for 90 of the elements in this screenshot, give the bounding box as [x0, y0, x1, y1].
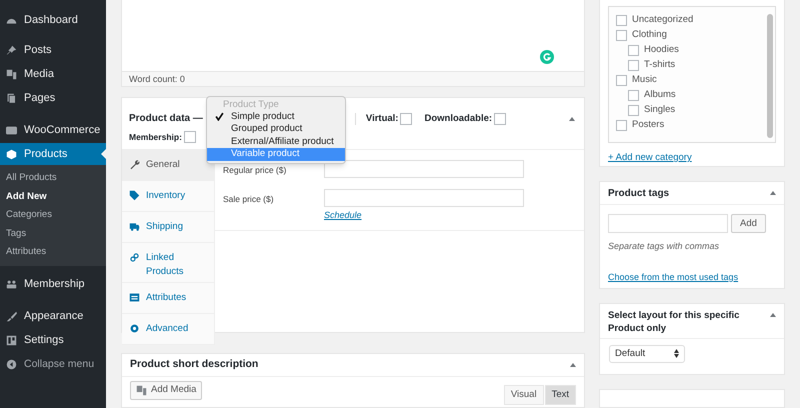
- pin-icon: [6, 44, 17, 56]
- add-tag-button[interactable]: Add: [731, 214, 766, 234]
- panel-title: Product tags: [608, 186, 670, 201]
- pages-icon: [6, 92, 17, 104]
- sidebar-item[interactable]: WooCommerce: [0, 119, 106, 141]
- product-data-tab[interactable]: Advanced: [122, 314, 214, 346]
- editor-tab[interactable]: Text: [544, 384, 576, 405]
- category-label: Uncategorized: [632, 13, 694, 28]
- grammarly-icon[interactable]: [540, 50, 554, 64]
- checkbox[interactable]: [400, 112, 412, 125]
- menu-item[interactable]: Simple product: [207, 110, 345, 124]
- current-indicator: [101, 149, 106, 159]
- menu-header: Product Type: [222, 98, 280, 111]
- option-label: Virtual:: [366, 112, 398, 126]
- checkbox[interactable]: [616, 15, 627, 26]
- sidebar-item[interactable]: Media: [0, 63, 106, 85]
- category-label: Clothing: [632, 28, 667, 42]
- panel-title: Product short description: [130, 356, 258, 372]
- option-label: Downloadable:: [424, 112, 492, 126]
- sidebar-item[interactable]: Membership: [0, 274, 106, 296]
- submenu-item[interactable]: Attributes: [0, 243, 106, 262]
- submenu-item[interactable]: Categories: [0, 206, 106, 224]
- checkbox[interactable]: [616, 120, 627, 131]
- checkbox[interactable]: [184, 131, 196, 144]
- panel-title: Select layout for this specific Product only: [608, 308, 740, 335]
- collapse-toggle-icon[interactable]: [770, 191, 776, 196]
- category-label: T-shirts: [644, 58, 676, 72]
- word-count: Word count: 0: [121, 72, 585, 87]
- submenu-item[interactable]: Add New: [0, 188, 106, 206]
- sidebar-item[interactable]: Dashboard: [0, 9, 106, 31]
- sidebar-item[interactable]: Settings: [0, 330, 106, 352]
- layout-select[interactable]: Default: [609, 344, 685, 363]
- media-icon: [6, 68, 17, 80]
- checkbox[interactable]: [628, 45, 639, 56]
- wrench-icon: [129, 159, 140, 170]
- settings-icon: [6, 335, 17, 346]
- option-label: Membership:: [129, 130, 182, 144]
- sidebar-item[interactable]: Pages: [0, 87, 106, 109]
- product-data-tab[interactable]: Linked Products: [122, 243, 214, 284]
- field-label: Sale price ($): [223, 193, 275, 206]
- add-media-button[interactable]: Add Media: [130, 380, 202, 400]
- collapse-menu-button[interactable]: Collapse menu: [0, 354, 106, 376]
- people-icon: [6, 279, 17, 290]
- sidebar-item[interactable]: Posts: [0, 39, 106, 61]
- gear-icon: [129, 323, 140, 334]
- product-data-tab[interactable]: Shipping: [122, 212, 214, 244]
- menu-item[interactable]: Grouped product: [207, 123, 345, 136]
- box-icon: [6, 148, 17, 160]
- collapse-icon: [6, 359, 17, 370]
- collapse-toggle-icon[interactable]: [570, 362, 576, 367]
- checkbox[interactable]: [616, 30, 627, 41]
- product-data-tab[interactable]: Attributes: [122, 283, 214, 314]
- checkbox[interactable]: [628, 60, 639, 71]
- checkbox[interactable]: [628, 105, 639, 116]
- collapse-toggle-icon[interactable]: [770, 312, 776, 317]
- collapse-toggle-icon[interactable]: [569, 116, 575, 121]
- category-label: Albums: [644, 88, 676, 102]
- list-icon: [129, 292, 140, 304]
- checkbox[interactable]: [494, 112, 506, 125]
- category-label: Hoodies: [644, 43, 679, 58]
- category-label: Posters: [632, 118, 664, 132]
- media-icon: [136, 384, 147, 396]
- menu-item[interactable]: External/Affiliate product: [207, 136, 345, 148]
- editor-tab[interactable]: Visual: [504, 384, 544, 405]
- product-data-tab[interactable]: General: [122, 150, 214, 182]
- field-label: Regular price ($): [223, 164, 288, 178]
- most-used-tags-link[interactable]: Choose from the most used tags: [608, 270, 738, 284]
- submenu-item[interactable]: Tags: [0, 224, 106, 243]
- product-data-tab[interactable]: Inventory: [122, 181, 214, 212]
- category-label: Music: [632, 73, 657, 88]
- scrollbar[interactable]: [767, 14, 773, 138]
- brush-icon: [6, 311, 17, 322]
- tag-input-field[interactable]: [608, 214, 728, 234]
- checkbox[interactable]: [628, 90, 639, 101]
- checkbox[interactable]: [616, 75, 627, 86]
- price-field[interactable]: [324, 189, 524, 208]
- add-category-link[interactable]: + Add new category: [608, 151, 692, 166]
- panel-title: Product data —: [129, 112, 203, 126]
- submenu-item[interactable]: All Products: [0, 169, 106, 188]
- editor-area[interactable]: [121, 0, 585, 72]
- link-icon: [129, 252, 140, 264]
- category-label: Singles: [644, 103, 676, 118]
- price-field[interactable]: [324, 160, 524, 178]
- sidebar-item[interactable]: Appearance: [0, 306, 106, 328]
- tag-icon: [129, 190, 140, 202]
- hint-text: Separate tags with commas: [608, 240, 720, 254]
- stepper-arrows-icon: [674, 349, 679, 358]
- truck-icon: [129, 221, 140, 232]
- sidebar-item[interactable]: Products: [0, 143, 106, 165]
- schedule-link[interactable]: Schedule: [324, 209, 362, 223]
